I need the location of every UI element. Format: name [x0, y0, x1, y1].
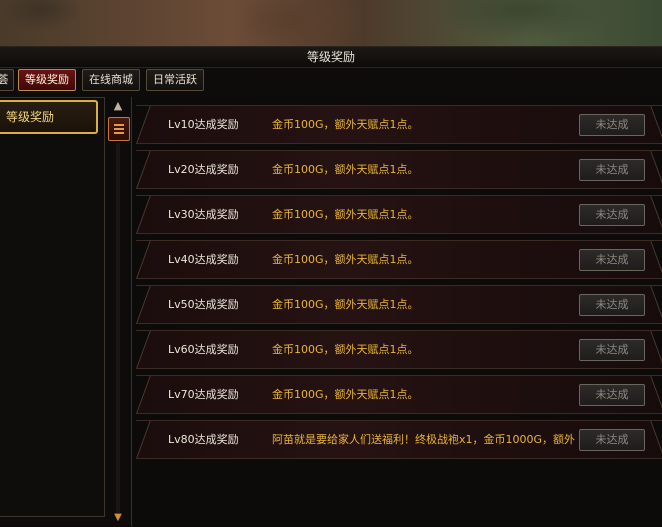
reward-row: Lv60达成奖励 金币100G，额外天赋点1点。 未达成 [136, 330, 662, 369]
chevron-down-icon[interactable]: ▼ [109, 512, 127, 524]
claim-button[interactable]: 未达成 [579, 294, 645, 316]
reward-level-label: Lv80达成奖励 [168, 433, 239, 446]
window-title: 等级奖励 [0, 47, 662, 68]
sidebar-item-level-reward[interactable]: 等级奖励 [0, 100, 98, 134]
tab-daily-activity[interactable]: 日常活跃 [146, 69, 204, 91]
claim-button[interactable]: 未达成 [579, 204, 645, 226]
reward-row: Lv70达成奖励 金币100G，额外天赋点1点。 未达成 [136, 375, 662, 414]
tab-bar: 荟 等级奖励 在线商城 日常活跃 [0, 69, 662, 93]
reward-row: Lv50达成奖励 金币100G，额外天赋点1点。 未达成 [136, 285, 662, 324]
reward-description: 金币100G，额外天赋点1点。 [272, 118, 419, 131]
claim-button[interactable]: 未达成 [579, 429, 645, 451]
reward-row: Lv10达成奖励 金币100G，额外天赋点1点。 未达成 [136, 105, 662, 144]
reward-level-label: Lv30达成奖励 [168, 208, 239, 221]
reward-row: Lv20达成奖励 金币100G，额外天赋点1点。 未达成 [136, 150, 662, 189]
reward-level-label: Lv40达成奖励 [168, 253, 239, 266]
reward-description: 金币100G，额外天赋点1点。 [272, 388, 419, 401]
reward-description: 金币100G，额外天赋点1点。 [272, 343, 419, 356]
claim-button[interactable]: 未达成 [579, 384, 645, 406]
scroll-track[interactable] [116, 143, 120, 513]
reward-description: 阿苗就是要给家人们送福利！终极战袍x1，金币1000G，额外 [272, 433, 576, 446]
reward-level-label: Lv70达成奖励 [168, 388, 239, 401]
tab-online-shop[interactable]: 在线商城 [82, 69, 140, 91]
reward-list: Lv10达成奖励 金币100G，额外天赋点1点。 未达成 Lv20达成奖励 金币… [131, 97, 662, 526]
reward-level-label: Lv20达成奖励 [168, 163, 239, 176]
claim-button[interactable]: 未达成 [579, 159, 645, 181]
reward-level-label: Lv60达成奖励 [168, 343, 239, 356]
reward-description: 金币100G，额外天赋点1点。 [272, 163, 419, 176]
claim-button[interactable]: 未达成 [579, 249, 645, 271]
reward-row: Lv30达成奖励 金币100G，额外天赋点1点。 未达成 [136, 195, 662, 234]
tab-level-reward[interactable]: 等级奖励 [18, 69, 76, 91]
reward-description: 金币100G，额外天赋点1点。 [272, 253, 419, 266]
game-scene-background [0, 0, 662, 48]
category-sidebar: 等级奖励 [0, 97, 105, 517]
chevron-up-icon[interactable]: ▲ [109, 99, 127, 113]
level-reward-window: 等级奖励 荟 等级奖励 在线商城 日常活跃 等级奖励 ▲ ▼ Lv10达成奖励 … [0, 46, 662, 526]
menu-icon[interactable] [108, 117, 130, 141]
scrollbar[interactable]: ▲ ▼ [107, 97, 130, 527]
claim-button[interactable]: 未达成 [579, 339, 645, 361]
reward-row: Lv80达成奖励 阿苗就是要给家人们送福利！终极战袍x1，金币1000G，额外 … [136, 420, 662, 459]
tab-partial[interactable]: 荟 [0, 69, 14, 91]
reward-level-label: Lv50达成奖励 [168, 298, 239, 311]
claim-button[interactable]: 未达成 [579, 114, 645, 136]
reward-description: 金币100G，额外天赋点1点。 [272, 298, 419, 311]
reward-description: 金币100G，额外天赋点1点。 [272, 208, 419, 221]
reward-row: Lv40达成奖励 金币100G，额外天赋点1点。 未达成 [136, 240, 662, 279]
reward-level-label: Lv10达成奖励 [168, 118, 239, 131]
